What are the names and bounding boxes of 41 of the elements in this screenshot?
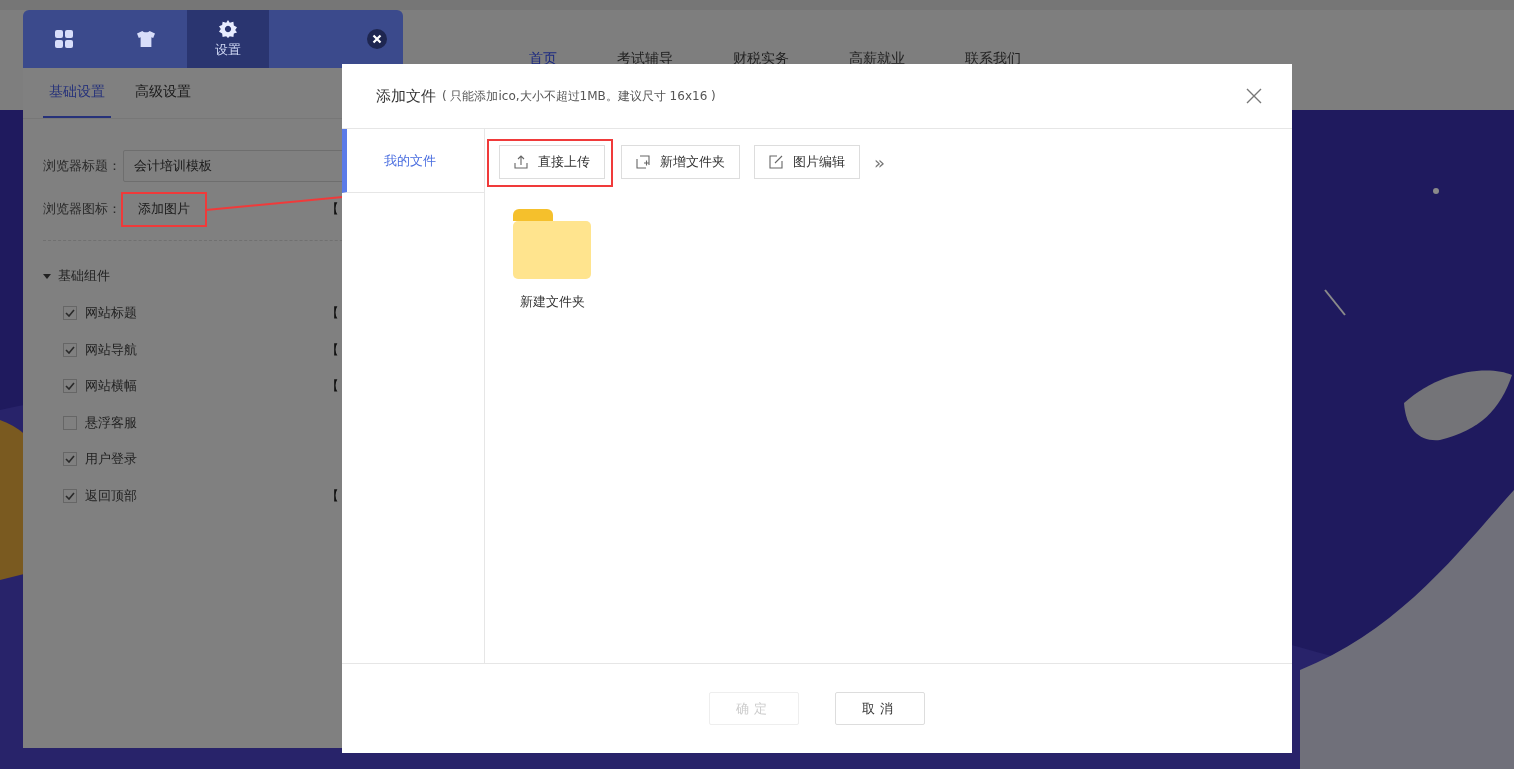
shirt-icon — [137, 30, 155, 48]
toolbar-button[interactable]: 新增文件夹 — [621, 145, 740, 179]
upload-icon — [514, 155, 528, 169]
close-icon[interactable] — [367, 29, 387, 49]
checkbox[interactable] — [63, 306, 77, 321]
checkbox[interactable] — [63, 452, 77, 467]
edit-icon — [769, 155, 783, 169]
more-button[interactable]: » — [874, 151, 885, 173]
cancel-button[interactable]: 取消 — [835, 692, 925, 725]
dialog-title: 添加文件 — [376, 86, 436, 106]
checkbox-label: 网站标题 — [85, 304, 137, 323]
field-label: 浏览器标题： — [43, 157, 122, 175]
nav-link[interactable]: 考试辅导 — [617, 50, 673, 68]
bracket-text: 【 — [326, 304, 340, 323]
grid-icon — [55, 30, 73, 48]
add-folder-icon — [636, 155, 650, 169]
checkbox[interactable] — [63, 379, 77, 394]
bracket-text: 【 — [326, 340, 340, 359]
panel-tab[interactable]: 设置 — [187, 10, 269, 68]
toolbar-button[interactable]: 图片编辑 — [754, 145, 860, 179]
settings-icon — [219, 19, 237, 38]
field-label: 浏览器图标： — [43, 200, 122, 218]
checkbox-label: 网站横幅 — [85, 377, 137, 396]
sidebar-item[interactable]: 我的文件 — [342, 129, 484, 193]
folder-name: 新建文件夹 — [519, 293, 585, 311]
toolbar-button[interactable]: 直接上传 — [499, 145, 605, 179]
dialog-hint: ( 只能添加ico,大小不超过1MB。建议尺寸 16x16 ) — [442, 87, 716, 105]
bracket-text: 【 — [326, 486, 340, 505]
group-title: 基础组件 — [58, 267, 110, 285]
bracket-text: 【 — [326, 200, 340, 218]
settings-tab[interactable]: 高级设置 — [129, 68, 197, 118]
checkbox-label: 悬浮客服 — [85, 413, 137, 432]
checkbox[interactable] — [63, 488, 77, 503]
bracket-text: 【 — [326, 377, 340, 396]
checkbox-label: 用户登录 — [85, 450, 137, 469]
checkbox[interactable] — [63, 415, 77, 430]
checkbox-label: 网站导航 — [85, 340, 137, 359]
caret-icon[interactable] — [43, 273, 51, 279]
checkbox-label: 返回顶部 — [85, 486, 137, 505]
checkbox[interactable] — [63, 342, 77, 357]
settings-tab[interactable]: 基础设置 — [43, 68, 111, 118]
